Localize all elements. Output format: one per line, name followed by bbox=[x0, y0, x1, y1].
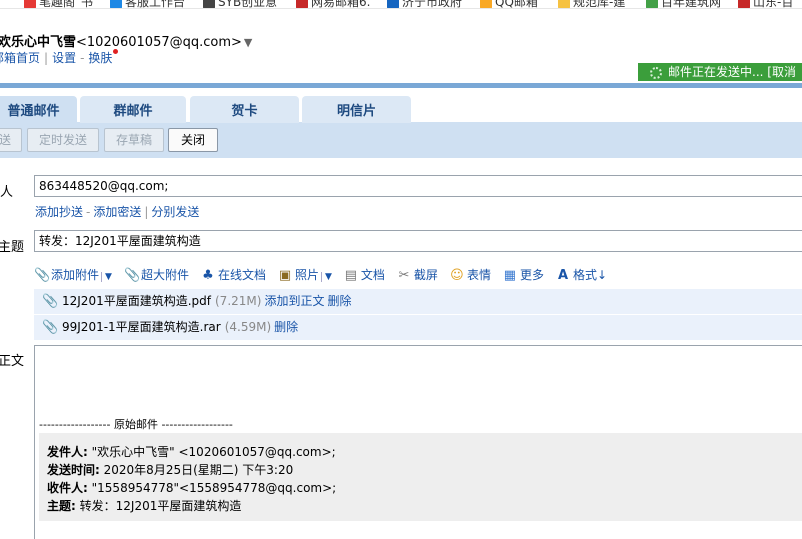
document-button[interactable]: ▤ 文档 bbox=[344, 266, 385, 283]
tab-greeting-card[interactable]: 贺卡 bbox=[190, 96, 299, 123]
screenshot-icon: ✂ bbox=[398, 268, 410, 283]
add-cc-link[interactable]: 添加抄送 bbox=[35, 205, 83, 219]
sending-status-text[interactable]: 邮件正在发送中... [取消 bbox=[668, 65, 796, 79]
emoji-button[interactable]: ☺ 表情 bbox=[450, 266, 491, 283]
attachment-name: 12J201平屋面建筑构造.pdf bbox=[62, 294, 211, 308]
online-doc-button[interactable]: ♣ 在线文档 bbox=[201, 266, 266, 283]
bookmark-item[interactable]: 百年建筑网 bbox=[646, 0, 721, 8]
link-separator: | bbox=[144, 205, 149, 219]
add-attachment-button[interactable]: 📎添加附件 ▼ bbox=[34, 266, 112, 283]
send-button[interactable]: 发送 bbox=[0, 128, 22, 152]
header-divider bbox=[0, 83, 802, 88]
bookmark-item[interactable]: 山东-百 bbox=[738, 0, 793, 8]
header-links: 邮箱首页 |设置-换肤 bbox=[0, 49, 119, 66]
bookmark-item[interactable]: 客服工作台 bbox=[110, 0, 185, 8]
add-to-body-link[interactable]: 添加到正文 bbox=[264, 294, 324, 308]
emoji-icon: ☺ bbox=[450, 268, 464, 283]
bookmark-item[interactable]: 济宁市政府 bbox=[387, 0, 462, 8]
subject-label: 主题 bbox=[0, 240, 25, 255]
sending-status-bar: 邮件正在发送中... [取消 bbox=[638, 63, 802, 81]
account-email: <1020601057@qq.com> bbox=[76, 35, 242, 50]
bookmarks-bar: 笔趣阁_书 客服工作台 SYB创业意 网易邮箱6. 济宁市政府 QQ邮箱 规范库… bbox=[0, 0, 802, 9]
more-button[interactable]: ▦ 更多 bbox=[503, 266, 544, 283]
loading-spinner-icon bbox=[650, 66, 662, 79]
bookmark-icon bbox=[738, 0, 750, 8]
attachment-name: 99J201-1平屋面建筑构造.rar bbox=[62, 320, 221, 334]
subject-input[interactable]: 转发：12J201平屋面建筑构造 bbox=[34, 230, 802, 252]
bookmark-icon bbox=[24, 0, 36, 8]
bookmark-item[interactable]: SYB创业意 bbox=[203, 0, 277, 8]
notification-dot-icon bbox=[113, 49, 119, 54]
photo-icon: ▣ bbox=[278, 268, 292, 283]
settings-link[interactable]: 设置 bbox=[52, 51, 76, 65]
change-skin-link[interactable]: 换肤 bbox=[88, 51, 112, 65]
separate-send-link[interactable]: 分别发送 bbox=[151, 205, 199, 219]
add-bcc-link[interactable]: 添加密送 bbox=[93, 205, 141, 219]
large-attachment-button[interactable]: 📎超大附件 bbox=[124, 266, 189, 283]
big-attachment-icon: 📎 bbox=[123, 268, 141, 283]
more-icon: ▦ bbox=[503, 268, 517, 283]
attachment-row: 📎 99J201-1平屋面建筑构造.rar (4.59M) 删除 bbox=[34, 315, 802, 340]
chevron-down-icon[interactable]: ▼ bbox=[244, 36, 252, 49]
bookmark-icon bbox=[203, 0, 215, 8]
screenshot-button[interactable]: ✂ 截屏 bbox=[397, 266, 437, 283]
tab-normal-mail[interactable]: 普通邮件 bbox=[0, 96, 77, 123]
chevron-down-icon[interactable]: ▼ bbox=[101, 272, 112, 282]
link-separator: - bbox=[80, 51, 85, 65]
delete-attachment-link[interactable]: 删除 bbox=[327, 294, 351, 308]
photo-button[interactable]: ▣ 照片 ▼ bbox=[278, 266, 332, 283]
body-label: 正文 bbox=[0, 354, 25, 369]
online-doc-icon: ♣ bbox=[202, 268, 214, 283]
close-button[interactable]: 关闭 bbox=[168, 128, 218, 152]
quote-to: 收件人: "1558954778"<1558954778@qq.com>; bbox=[47, 481, 337, 495]
original-mail-separator: ------------------ 原始邮件 ----------------… bbox=[39, 418, 233, 431]
paperclip-icon: 📎 bbox=[34, 268, 51, 283]
mailbox-home-link[interactable]: 邮箱首页 bbox=[0, 51, 40, 65]
format-button[interactable]: A 格式↓ bbox=[556, 266, 607, 283]
tab-group-mail[interactable]: 群邮件 bbox=[80, 96, 186, 123]
account-nickname: 欢乐心中飞雪 bbox=[0, 35, 77, 50]
attachment-row: 📎 12J201平屋面建筑构造.pdf (7.21M) 添加到正文 删除 bbox=[34, 289, 802, 314]
bookmark-icon bbox=[646, 0, 658, 8]
quote-subject: 主题: 转发：12J201平屋面建筑构造 bbox=[47, 499, 242, 513]
compose-toolbar: 📎添加附件 ▼ 📎超大附件 ♣ 在线文档 ▣ 照片 ▼ ▤ 文档 ✂ 截屏 ☺ 表情 ▦ 更多 A 格式↓ bbox=[34, 266, 619, 286]
to-input[interactable]: 863448520@qq.com; bbox=[34, 175, 802, 197]
account-info[interactable]: 欢乐心中飞雪<1020601057@qq.com> ▼ bbox=[0, 31, 252, 50]
format-icon: A bbox=[557, 268, 568, 283]
bookmark-icon bbox=[387, 0, 399, 8]
attachment-size: (4.59M) bbox=[224, 320, 272, 334]
bookmark-item[interactable]: 笔趣阁_书 bbox=[24, 0, 93, 8]
chevron-down-icon[interactable]: ▼ bbox=[320, 272, 332, 282]
quote-from: 发件人: "欢乐心中飞雪" <1020601057@qq.com>; bbox=[47, 445, 336, 459]
delete-attachment-link[interactable]: 删除 bbox=[274, 320, 298, 334]
document-icon: ▤ bbox=[344, 268, 358, 283]
link-separator: - bbox=[86, 205, 91, 219]
bookmark-icon bbox=[296, 0, 308, 8]
paperclip-icon: 📎 bbox=[42, 294, 59, 309]
tab-postcard[interactable]: 明信片 bbox=[302, 96, 411, 123]
quoted-original-mail: 发件人: "欢乐心中飞雪" <1020601057@qq.com>; 发送时间:… bbox=[39, 433, 802, 521]
bookmark-item[interactable]: QQ邮箱 bbox=[480, 0, 538, 8]
link-separator: | bbox=[44, 51, 49, 65]
cc-links: 添加抄送 - 添加密送 | 分别发送 bbox=[35, 203, 199, 220]
paperclip-icon: 📎 bbox=[42, 320, 59, 335]
bookmark-item[interactable]: 网易邮箱6. bbox=[296, 0, 370, 8]
bookmark-icon bbox=[480, 0, 492, 8]
bookmark-icon bbox=[558, 0, 570, 8]
bookmark-item[interactable]: 规范库-建 bbox=[558, 0, 625, 8]
schedule-send-button[interactable]: 定时发送 bbox=[27, 128, 99, 152]
to-label: 收件人 bbox=[0, 185, 14, 200]
attachment-size: (7.21M) bbox=[215, 294, 262, 308]
save-draft-button[interactable]: 存草稿 bbox=[104, 128, 164, 152]
bookmark-icon bbox=[110, 0, 122, 8]
quote-time: 发送时间: 2020年8月25日(星期二) 下午3:20 bbox=[47, 463, 294, 477]
